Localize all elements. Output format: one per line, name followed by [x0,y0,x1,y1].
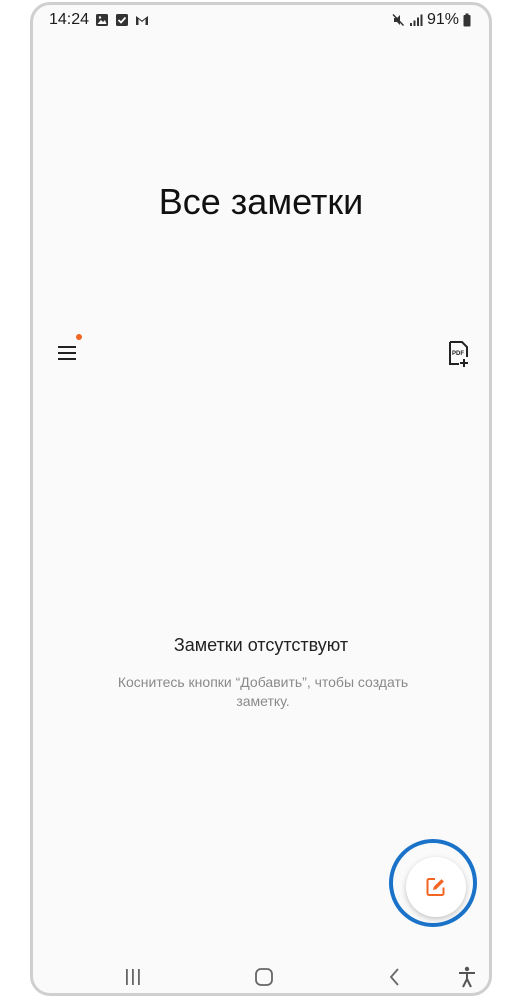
home-button[interactable] [250,965,278,989]
gmail-icon [136,16,149,25]
image-icon [96,14,109,26]
status-left: 14:24 [49,11,149,29]
status-right: 91% [391,11,471,29]
svg-text:PDF: PDF [452,351,464,357]
home-icon [255,968,273,986]
battery-level: 91% [426,11,459,28]
signal-icon [409,14,423,26]
back-icon [389,968,399,986]
recent-apps-button[interactable] [119,965,147,989]
battery-icon [463,13,471,27]
pdf-add-icon: PDF [449,341,468,367]
add-note-button[interactable] [406,857,466,917]
page-title: Все заметки [158,181,364,222]
edit-note-icon [426,878,445,896]
pdf-import-button[interactable]: PDF [447,340,471,368]
phone-screen: 14:24 91% Все заметки PDF Заметки отсутс… [30,2,492,996]
empty-state-hint: Коснитесь кнопки “Добавить”, чтобы созда… [117,674,409,709]
status-bar: 14:24 91% [33,5,489,37]
recent-apps-icon [126,969,140,985]
hamburger-menu-icon [58,346,76,360]
accessibility-icon [459,966,475,988]
back-button[interactable] [381,965,409,989]
check-box-icon [116,14,129,26]
status-time: 14:24 [49,11,90,28]
empty-state-title: Заметки отсутствуют [173,635,349,655]
menu-button[interactable] [53,339,89,367]
accessibility-button[interactable] [453,965,481,989]
navigation-bar [33,961,489,993]
mute-icon [392,13,405,27]
notification-dot [76,334,82,340]
